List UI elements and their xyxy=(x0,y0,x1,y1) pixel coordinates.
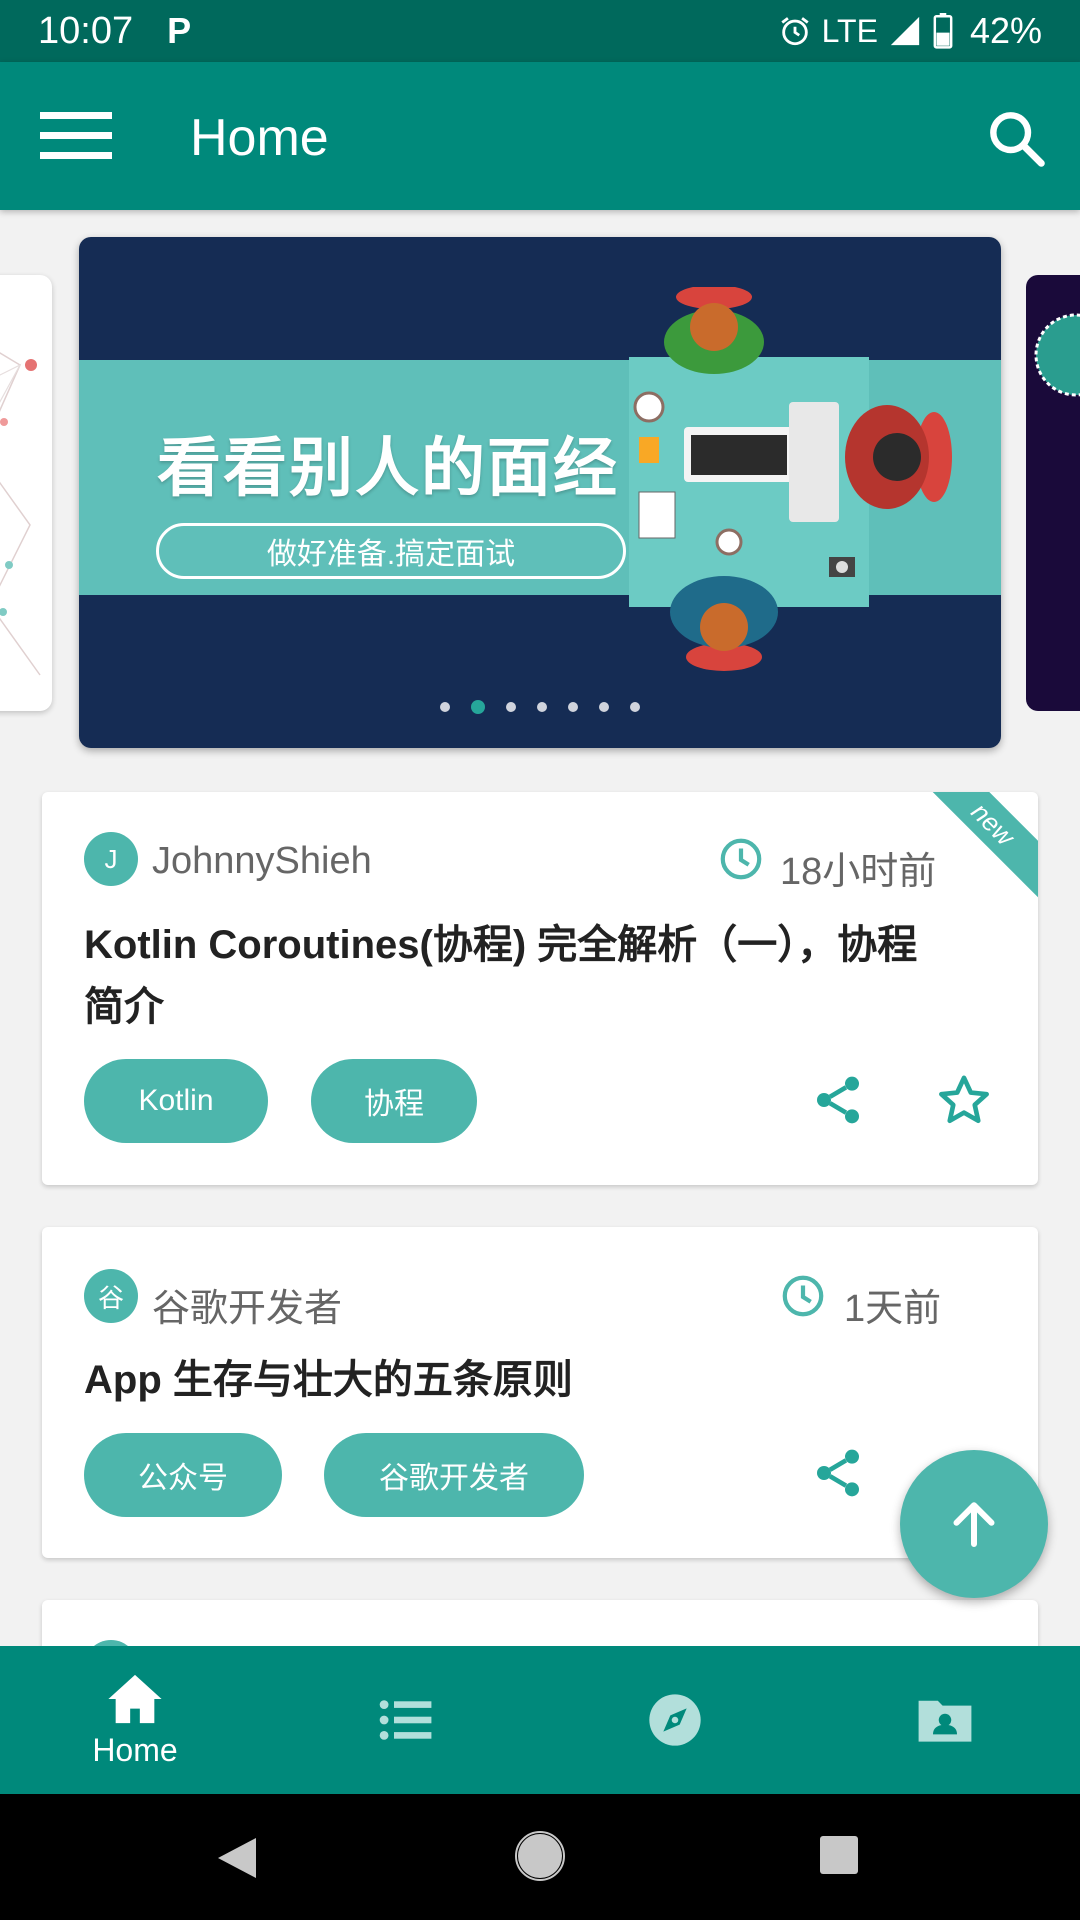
article-title[interactable]: Kotlin Coroutines(协程) 完全解析（一），协程 简介 xyxy=(84,914,984,1038)
home-icon xyxy=(108,1674,162,1723)
carousel-dot[interactable] xyxy=(568,702,578,712)
banner-prev-peek[interactable] xyxy=(0,275,52,711)
status-time: 10:07 xyxy=(38,9,134,52)
hamburger-icon[interactable] xyxy=(40,112,112,160)
carousel-dot[interactable] xyxy=(440,702,450,712)
banner-headline: 看看别人的面经 xyxy=(157,432,619,506)
banner-slide[interactable]: 看看别人的面经 做好准备.搞定面试 xyxy=(79,237,1001,748)
contact-folder-icon xyxy=(918,1700,972,1742)
nav-item-discover[interactable] xyxy=(540,1646,810,1794)
carousel-dot[interactable] xyxy=(599,702,609,712)
tag-chip[interactable]: 公众号 xyxy=(84,1433,282,1517)
star-icon[interactable] xyxy=(936,1072,992,1128)
banner-subtitle: 做好准备.搞定面试 xyxy=(156,523,626,579)
carousel-dot[interactable] xyxy=(537,702,547,712)
share-icon[interactable] xyxy=(810,1445,866,1501)
arrow-up-icon xyxy=(953,1502,995,1547)
home-circle-icon[interactable] xyxy=(514,1830,566,1882)
clock-icon xyxy=(720,838,762,880)
list-icon xyxy=(379,1700,432,1740)
article-title-line: 简介 xyxy=(84,985,164,1029)
nav-item-home[interactable]: Home xyxy=(0,1646,270,1794)
nav-item-system[interactable] xyxy=(270,1646,540,1794)
author-name[interactable]: JohnnyShieh xyxy=(152,840,372,883)
tag-chip[interactable]: 谷歌开发者 xyxy=(324,1433,584,1517)
publish-time: 1天前 xyxy=(844,1288,942,1330)
search-icon[interactable] xyxy=(984,106,1048,170)
clock-icon xyxy=(782,1275,824,1317)
carousel-dot[interactable] xyxy=(506,702,516,712)
office-desk-illustration xyxy=(629,287,952,671)
banner-next-peek[interactable] xyxy=(1026,275,1080,711)
banner-carousel[interactable]: 看看别人的面经 做好准备.搞定面试 xyxy=(0,210,1080,770)
battery-icon xyxy=(933,13,953,49)
author-avatar: 谷 xyxy=(84,1269,138,1323)
carousel-indicator xyxy=(79,700,1001,714)
signal-icon xyxy=(890,16,920,46)
app-bar: Home xyxy=(0,62,1080,210)
system-navigation-bar xyxy=(0,1794,1080,1920)
tag-chip[interactable]: 协程 xyxy=(311,1059,477,1143)
recents-icon[interactable] xyxy=(818,1834,860,1876)
bottom-navigation: Home xyxy=(0,1646,1080,1794)
article-card[interactable]: new J JohnnyShieh 18小时前 Kotlin Coroutine… xyxy=(42,792,1038,1185)
back-icon[interactable] xyxy=(214,1834,260,1882)
nav-item-profile[interactable] xyxy=(810,1646,1080,1794)
alarm-icon xyxy=(781,17,809,46)
carousel-dot[interactable] xyxy=(630,702,640,712)
status-icons: LTE 42% xyxy=(778,10,1042,52)
share-icon[interactable] xyxy=(810,1072,866,1128)
author-avatar: J xyxy=(84,832,138,886)
page-title: Home xyxy=(190,109,329,167)
status-bar: 10:07 P LTE 42% xyxy=(0,0,1080,62)
battery-percent: 42% xyxy=(969,10,1042,51)
article-title[interactable]: App 生存与壮大的五条原则 xyxy=(84,1349,984,1411)
article-title-line: Kotlin Coroutines(协程) 完全解析（一），协程 xyxy=(84,923,918,967)
compass-icon xyxy=(649,1694,701,1746)
scroll-to-top-button[interactable] xyxy=(900,1450,1048,1598)
publish-time: 18小时前 xyxy=(780,851,937,893)
author-name[interactable]: 谷歌开发者 xyxy=(152,1277,342,1332)
tag-chip[interactable]: Kotlin xyxy=(84,1059,268,1143)
notification-p-icon: P xyxy=(167,10,192,51)
network-type: LTE xyxy=(821,12,878,49)
article-card[interactable]: 谷 谷歌开发者 1天前 App 生存与壮大的五条原则 公众号 谷歌开发者 xyxy=(42,1227,1038,1558)
carousel-dot-active[interactable] xyxy=(471,700,485,714)
nav-label: Home xyxy=(92,1731,178,1768)
